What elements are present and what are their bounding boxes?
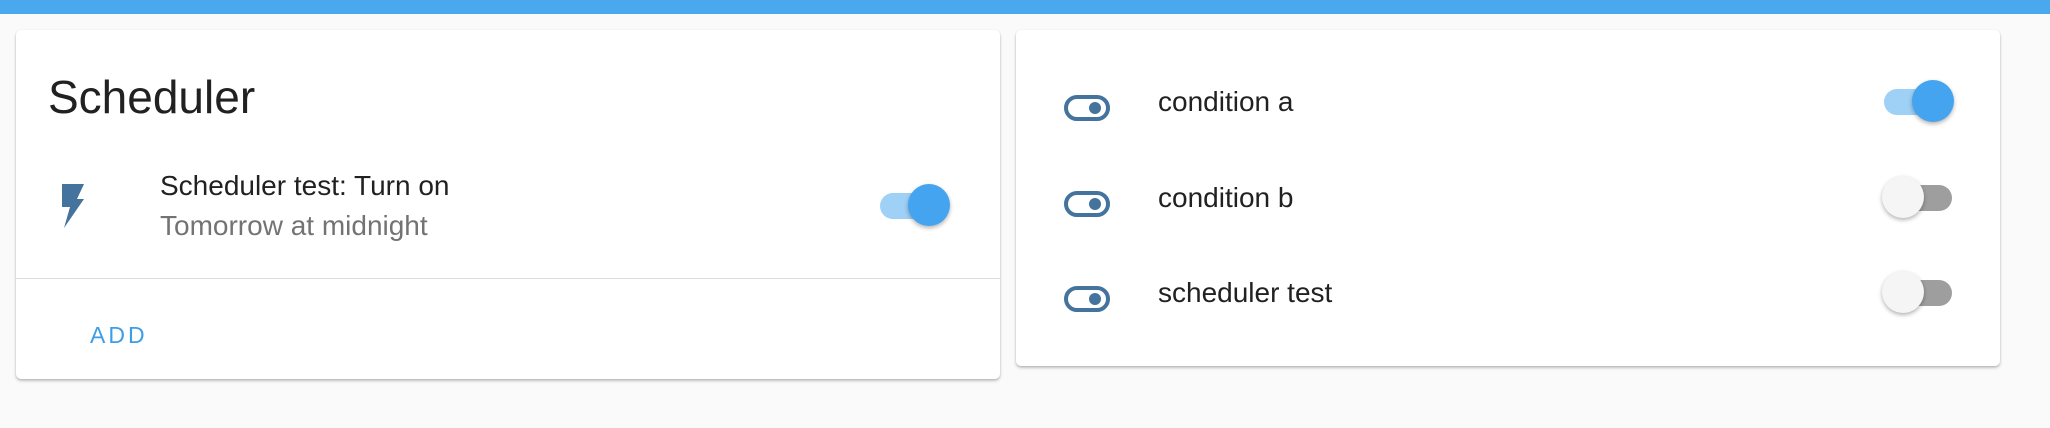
top-app-bar [0, 0, 2050, 14]
toggle-knob [1882, 176, 1924, 218]
schedule-entry-time: Tomorrow at midnight [160, 210, 428, 241]
divider [16, 278, 1000, 279]
scheduler-test-toggle[interactable] [1882, 271, 1954, 315]
card-title: Scheduler [48, 71, 256, 123]
schedule-entry-name[interactable]: Scheduler test: Turn on [160, 170, 450, 202]
add-button[interactable]: ADD [80, 314, 158, 357]
toggle-switch-icon [1064, 286, 1110, 312]
entity-label-condition-b[interactable]: condition b [1158, 182, 1293, 214]
flash-icon [62, 184, 84, 228]
toggle-knob [908, 184, 950, 226]
toggle-switch-icon [1064, 95, 1110, 121]
condition-b-toggle[interactable] [1882, 176, 1954, 220]
entities-card: condition a condition b scheduler test [1016, 30, 2000, 366]
toggle-knob [1912, 80, 1954, 122]
toggle-switch-icon [1064, 191, 1110, 217]
scheduler-card: Scheduler Scheduler test: Turn on Tomorr… [16, 30, 1000, 379]
entity-label-scheduler-test[interactable]: scheduler test [1158, 277, 1332, 309]
schedule-entry-toggle[interactable] [878, 184, 950, 228]
entity-label-condition-a[interactable]: condition a [1158, 86, 1293, 118]
toggle-knob [1882, 271, 1924, 313]
condition-a-toggle[interactable] [1882, 80, 1954, 124]
